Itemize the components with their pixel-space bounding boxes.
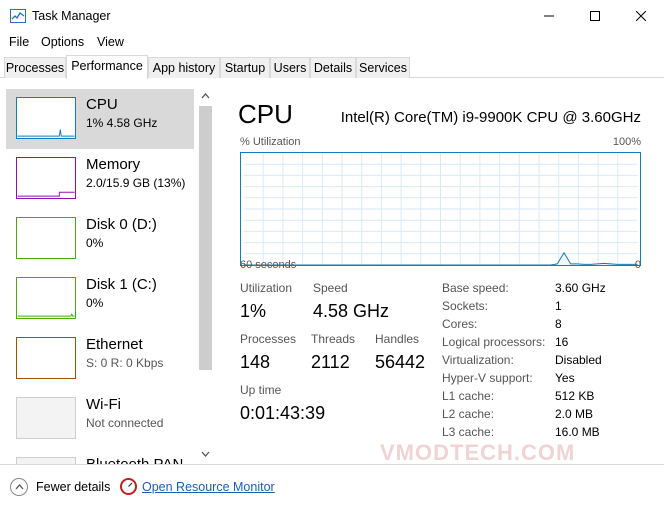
- resource-disk-0[interactable]: Disk 0 (D:) 0%: [6, 209, 194, 269]
- resource-monitor-icon: [120, 478, 137, 495]
- resource-list-scrollbar[interactable]: [197, 88, 214, 464]
- tab-app-history[interactable]: App history: [148, 57, 220, 78]
- resource-bluetooth[interactable]: Bluetooth PAN: [6, 449, 194, 464]
- spec-value: 2.0 MB: [555, 407, 594, 421]
- threads-label: Threads: [311, 332, 356, 346]
- utilization-value: 1%: [240, 301, 267, 321]
- resource-name: CPU: [86, 96, 118, 113]
- spec-value: Yes: [555, 371, 575, 385]
- scroll-thumb[interactable]: [199, 106, 212, 370]
- spec-label: Base speed:: [442, 281, 509, 295]
- resource-detail: 1% 4.58 GHz: [86, 116, 158, 130]
- utilization-max-label: 100%: [612, 136, 641, 148]
- resource-detail: Not connected: [86, 416, 164, 430]
- time-axis-min: 0: [634, 259, 641, 271]
- close-icon: [636, 11, 646, 21]
- resource-name: Disk 0 (D:): [86, 216, 157, 233]
- fewer-details-button[interactable]: Fewer details: [36, 480, 110, 494]
- time-axis-label: 60 seconds: [240, 259, 297, 271]
- resource-memory[interactable]: Memory 2.0/15.9 GB (13%): [6, 149, 194, 209]
- speed-value: 4.58 GHz: [313, 301, 390, 321]
- scroll-down-button[interactable]: [197, 446, 214, 462]
- spec-value: 512 KB: [555, 389, 595, 403]
- tab-services[interactable]: Services: [356, 57, 410, 78]
- maximize-button[interactable]: [572, 0, 618, 32]
- processes-value: 148: [240, 352, 271, 372]
- tab-details[interactable]: Details: [310, 57, 356, 78]
- panel-title: CPU: [238, 99, 293, 129]
- spec-value: 8: [555, 317, 562, 331]
- minimize-button[interactable]: [526, 0, 572, 32]
- menu-file[interactable]: File: [9, 35, 29, 49]
- utilization-label: Utilization: [240, 281, 293, 295]
- wifi-thumbnail: [16, 397, 76, 439]
- scroll-up-button[interactable]: [197, 88, 214, 104]
- spec-label: Logical processors:: [442, 335, 546, 349]
- bluetooth-thumbnail: [16, 457, 76, 464]
- spec-label: L2 cache:: [442, 407, 495, 421]
- tab-performance[interactable]: Performance: [66, 55, 148, 79]
- resource-name: Ethernet: [86, 336, 143, 353]
- threads-value: 2112: [311, 352, 350, 372]
- chevron-down-icon: [201, 451, 210, 457]
- resource-ethernet[interactable]: Ethernet S: 0 R: 0 Kbps: [6, 329, 194, 389]
- window-title: Task Manager: [32, 9, 111, 23]
- menu-bar: File Options View: [0, 32, 664, 54]
- uptime-label: Up time: [240, 383, 282, 397]
- title-bar: Task Manager: [0, 0, 664, 32]
- resource-detail: S: 0 R: 0 Kbps: [86, 356, 164, 370]
- uptime-value: 0:01:43:39: [240, 403, 326, 423]
- resource-wifi[interactable]: Wi-Fi Not connected: [6, 389, 194, 449]
- spec-value: 1: [555, 299, 562, 313]
- menu-view[interactable]: View: [97, 35, 124, 49]
- spec-label: Hyper-V support:: [442, 371, 533, 385]
- tab-startup[interactable]: Startup: [220, 57, 270, 78]
- spec-value: 3.60 GHz: [555, 281, 606, 295]
- ethernet-thumbnail: [16, 337, 76, 379]
- tab-processes[interactable]: Processes: [4, 57, 66, 78]
- resource-name: Bluetooth PAN: [86, 456, 183, 464]
- cpu-detail-panel: CPU Intel(R) Core(TM) i9-9900K CPU @ 3.6…: [222, 79, 664, 464]
- tab-users[interactable]: Users: [270, 57, 310, 78]
- cpu-utilization-graph: [240, 152, 641, 266]
- speed-label: Speed: [313, 281, 348, 295]
- resource-detail: 0%: [86, 236, 104, 250]
- footer-bar: Fewer details Open Resource Monitor: [0, 464, 664, 510]
- spec-value: 16.0 MB: [555, 425, 600, 439]
- resource-disk-1[interactable]: Disk 1 (C:) 0%: [6, 269, 194, 329]
- tab-bar: Processes Performance App history Startu…: [0, 55, 664, 79]
- close-button[interactable]: [618, 0, 664, 32]
- resource-list: CPU 1% 4.58 GHz Memory 2.0/15.9 GB (13%)…: [0, 79, 216, 464]
- utilization-axis-label: % Utilization: [240, 136, 301, 148]
- maximize-icon: [590, 11, 600, 21]
- minimize-icon: [544, 15, 554, 17]
- spec-label: Virtualization:: [442, 353, 514, 367]
- processes-label: Processes: [240, 332, 297, 346]
- spec-label: L3 cache:: [442, 425, 495, 439]
- watermark: VMODTECH.COM: [380, 440, 576, 465]
- resource-detail: 0%: [86, 296, 104, 310]
- handles-value: 56442: [375, 352, 426, 372]
- disk-1-thumbnail: [16, 277, 76, 319]
- spec-label: Cores:: [442, 317, 478, 331]
- resource-name: Wi-Fi: [86, 396, 121, 413]
- spec-label: Sockets:: [442, 299, 489, 313]
- spec-value: 16: [555, 335, 569, 349]
- resource-name: Memory: [86, 156, 141, 173]
- cpu-thumbnail: [16, 97, 76, 139]
- memory-thumbnail: [16, 157, 76, 199]
- menu-options[interactable]: Options: [41, 35, 84, 49]
- spec-value: Disabled: [555, 353, 602, 367]
- spec-label: L1 cache:: [442, 389, 495, 403]
- resource-detail: 2.0/15.9 GB (13%): [86, 176, 186, 190]
- disk-0-thumbnail: [16, 217, 76, 259]
- collapse-icon[interactable]: [10, 478, 28, 496]
- handles-label: Handles: [375, 332, 420, 346]
- open-resource-monitor-link[interactable]: Open Resource Monitor: [142, 480, 275, 494]
- cpu-model: Intel(R) Core(TM) i9-9900K CPU @ 3.60GHz: [340, 109, 641, 126]
- task-manager-icon: [10, 9, 26, 23]
- resource-name: Disk 1 (C:): [86, 276, 157, 293]
- chevron-up-icon: [201, 93, 210, 99]
- resource-cpu[interactable]: CPU 1% 4.58 GHz: [6, 89, 194, 149]
